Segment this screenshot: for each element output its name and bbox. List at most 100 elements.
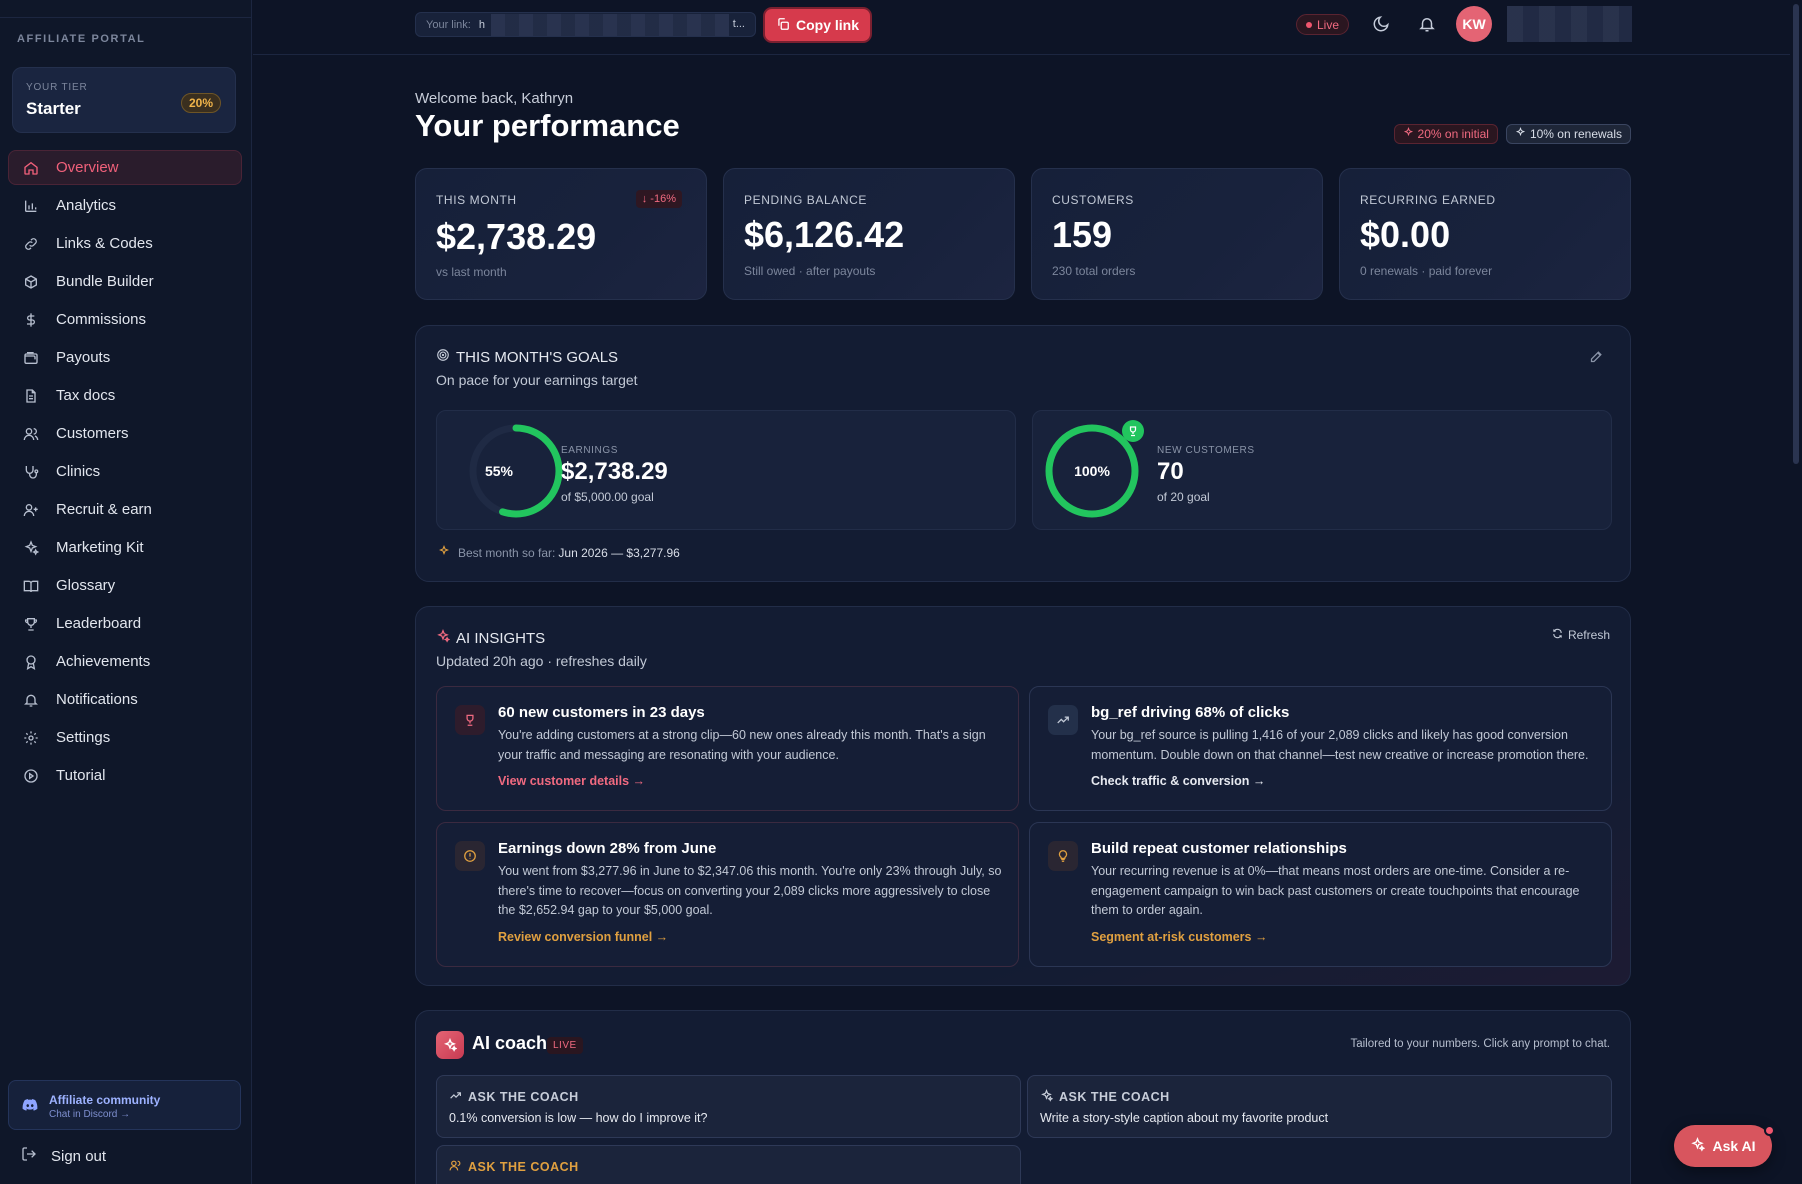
sparkles-icon <box>1040 1089 1059 1105</box>
sidebar-item-label: Clinics <box>56 463 101 480</box>
link-value-start: h <box>478 18 485 31</box>
sidebar-item-label: Tax docs <box>56 387 116 404</box>
theme-toggle-button[interactable] <box>1372 15 1390 38</box>
signout-button[interactable]: Sign out <box>21 1146 106 1166</box>
copy-link-button[interactable]: Copy link <box>765 9 870 41</box>
sidebar-item-overview[interactable]: Overview <box>8 150 242 185</box>
initial-rate-label: 20% on initial <box>1417 127 1489 141</box>
sidebar-item-label: Glossary <box>56 577 116 594</box>
community-link[interactable]: Affiliate community Chat in Discord → <box>8 1080 241 1130</box>
moon-icon <box>1372 16 1390 37</box>
goals-subtitle: On pace for your earnings target <box>436 372 638 388</box>
play-circle-icon <box>22 767 40 785</box>
link-value-end: t... <box>732 18 745 30</box>
renewal-rate-badge: 10% on renewals <box>1505 124 1631 144</box>
ai-coach-panel: AI coach LIVE Tailored to your numbers. … <box>415 1010 1631 1184</box>
scrollbar-thumb[interactable] <box>1793 4 1799 464</box>
sidebar-item-label: Payouts <box>56 349 111 366</box>
customers-percent: 100% <box>1074 463 1110 479</box>
book-icon <box>22 577 40 595</box>
earnings-goal-target: of $5,000.00 goal <box>561 490 654 504</box>
ask-ai-button[interactable]: Ask AI <box>1674 1125 1775 1167</box>
user-plus-icon <box>22 501 40 519</box>
refresh-button[interactable]: Refresh <box>1552 628 1610 642</box>
sidebar-item-tutorial[interactable]: Tutorial <box>8 758 242 793</box>
sparkles-icon <box>1403 127 1418 141</box>
sidebar-item-label: Recruit & earn <box>56 501 152 518</box>
users-icon <box>22 425 40 443</box>
prompt-heading: ASK THE COACH <box>449 1089 579 1105</box>
sidebar-item-recruit-earn[interactable]: Recruit & earn <box>8 492 242 527</box>
avatar[interactable]: KW <box>1456 6 1492 42</box>
topbar: Your link: h t... Copy link Live KW <box>253 0 1790 55</box>
sidebar-item-notifications[interactable]: Notifications <box>8 682 242 717</box>
prompt-heading-text: ASK THE COACH <box>468 1160 579 1174</box>
edit-goals-button[interactable] <box>1589 349 1604 369</box>
customers-goal-value: 70 <box>1157 458 1184 485</box>
review-conversion-link[interactable]: Review conversion funnel → <box>498 930 668 944</box>
insight-title: Earnings down 28% from June <box>498 840 717 857</box>
stat-value: $6,126.42 <box>744 214 905 255</box>
segment-customers-link[interactable]: Segment at-risk customers → <box>1091 930 1267 944</box>
insight-title: 60 new customers in 23 days <box>498 704 705 721</box>
sidebar-item-label: Achievements <box>56 653 151 670</box>
sidebar-item-customers[interactable]: Customers <box>8 416 242 451</box>
notification-dot-icon <box>1764 1125 1775 1136</box>
sidebar-item-marketing-kit[interactable]: Marketing Kit <box>8 530 242 565</box>
prompt-heading-text: ASK THE COACH <box>468 1090 579 1104</box>
goals-panel: THIS MONTH'S GOALS On pace for your earn… <box>415 325 1631 582</box>
best-month-value: Jun 2026 — $3,277.96 <box>558 545 680 560</box>
sidebar-item-payouts[interactable]: Payouts <box>8 340 242 375</box>
page-scrollbar[interactable] <box>1790 0 1802 1184</box>
sidebar-item-label: Settings <box>56 729 111 746</box>
portal-label: AFFILIATE PORTAL <box>17 33 146 45</box>
coach-live-badge: LIVE <box>547 1037 583 1054</box>
prompt-heading-text: ASK THE COACH <box>1059 1090 1170 1104</box>
goals-title-text: THIS MONTH'S GOALS <box>456 348 619 366</box>
signout-label: Sign out <box>51 1147 107 1165</box>
sidebar-item-glossary[interactable]: Glossary <box>8 568 242 603</box>
sidebar-item-settings[interactable]: Settings <box>8 720 242 755</box>
coach-prompt-button[interactable]: ASK THE COACH 0.1% conversion is low — h… <box>436 1075 1021 1138</box>
sidebar-item-tax-docs[interactable]: Tax docs <box>8 378 242 413</box>
notifications-button[interactable] <box>1418 15 1436 38</box>
sidebar-item-clinics[interactable]: Clinics <box>8 454 242 489</box>
sidebar-item-label: Commissions <box>56 311 147 328</box>
sidebar-item-achievements[interactable]: Achievements <box>8 644 242 679</box>
check-traffic-link[interactable]: Check traffic & conversion → <box>1091 774 1265 788</box>
coach-prompt-button[interactable]: ASK THE COACH <box>436 1145 1021 1184</box>
dollar-icon <box>22 311 40 329</box>
sidebar-item-label: Notifications <box>56 691 138 708</box>
customers-goal-card: 100% NEW CUSTOMERS 70 of 20 goal <box>1032 410 1612 530</box>
wallet-icon <box>22 349 40 367</box>
sparkles-icon <box>22 539 40 557</box>
document-icon <box>22 387 40 405</box>
lightbulb-icon <box>1048 841 1078 871</box>
goal-achieved-trophy-icon <box>1122 420 1144 442</box>
trophy-icon <box>455 705 485 735</box>
sidebar-item-analytics[interactable]: Analytics <box>8 188 242 223</box>
coach-prompt-button[interactable]: ASK THE COACH Write a story-style captio… <box>1027 1075 1612 1138</box>
stats-row: THIS MONTH ↓ -16% $2,738.29 vs last mont… <box>415 168 1631 300</box>
delta-badge: ↓ -16% <box>635 190 682 208</box>
page-title: Your performance <box>415 108 680 143</box>
coach-note: Tailored to your numbers. Click any prom… <box>1350 1038 1610 1050</box>
live-dot-icon <box>1306 21 1312 28</box>
sidebar-item-links-codes[interactable]: Links & Codes <box>8 226 242 261</box>
view-customer-details-link[interactable]: View customer details → <box>498 774 645 788</box>
sidebar-item-bundle-builder[interactable]: Bundle Builder <box>8 264 242 299</box>
trending-up-icon <box>449 1089 468 1105</box>
sidebar-item-commissions[interactable]: Commissions <box>8 302 242 337</box>
target-icon <box>436 348 456 366</box>
stat-value: $0.00 <box>1360 214 1451 255</box>
trophy-icon <box>22 615 40 633</box>
package-icon <box>22 273 40 291</box>
insight-body: Your recurring revenue is at 0%—that mea… <box>1091 864 1580 917</box>
refresh-icon <box>1552 628 1563 642</box>
referral-link-field[interactable]: Your link: h t... <box>415 12 756 37</box>
community-title: Affiliate community <box>49 1093 161 1107</box>
sparkles-icon <box>436 629 456 647</box>
sidebar-item-leaderboard[interactable]: Leaderboard <box>8 606 242 641</box>
sparkles-icon <box>1690 1137 1712 1155</box>
insight-title: bg_ref driving 68% of clicks <box>1091 704 1290 721</box>
